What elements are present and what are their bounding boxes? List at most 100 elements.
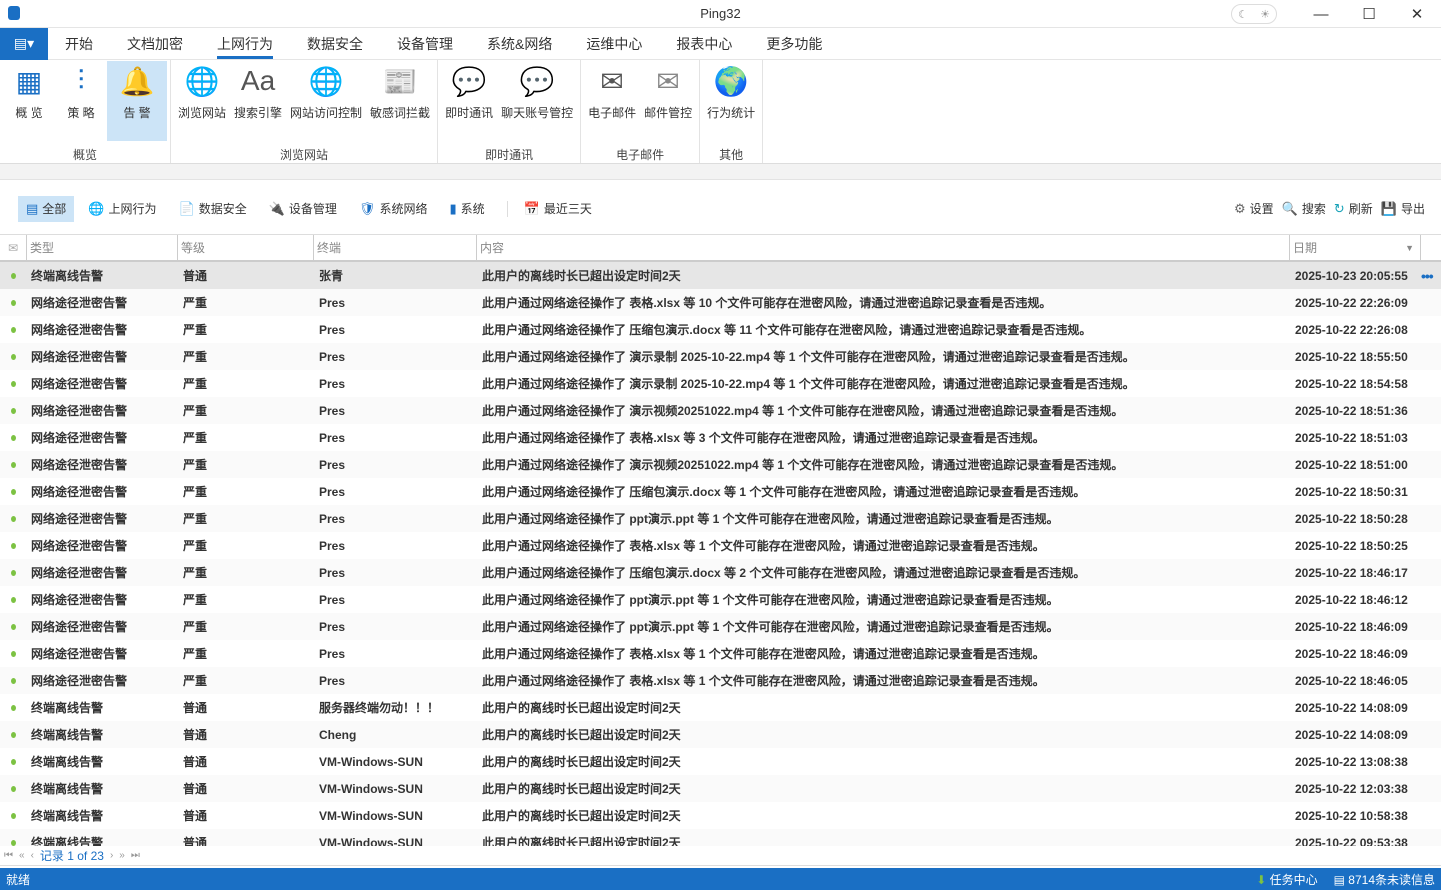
cell-type: 网络途径泄密告警 xyxy=(31,377,128,391)
next-page-button[interactable]: » xyxy=(119,850,125,861)
table-row[interactable]: 网络途径泄密告警 严重 Pres 此用户通过网络途径操作了 压缩包演示.docx 等 … xyxy=(0,559,1441,586)
table-row[interactable]: 网络途径泄密告警 严重 Pres 此用户通过网络途径操作了 ppt演示.ppt 等 1… xyxy=(0,613,1441,640)
table-row[interactable]: 网络途径泄密告警 严重 Pres 此用户通过网络途径操作了 压缩包演示.docx 等 … xyxy=(0,316,1441,343)
more-options-icon[interactable]: ••• xyxy=(1421,268,1434,284)
dot xyxy=(11,353,16,360)
menu-tab[interactable]: 上网行为 xyxy=(200,28,290,60)
ribbon-button[interactable]: Aa 搜索引擎 xyxy=(230,61,286,140)
table-row[interactable]: 终端离线告警 普通 VM-Windows-SUN 此用户的离线时长已超出设定时间2天 2… xyxy=(0,802,1441,829)
ribbon-button-label: 概 览 xyxy=(15,106,43,120)
ribbon-group-name: 浏览网站 xyxy=(280,148,329,162)
table-row[interactable]: 终端离线告警 普通 服务器终端勿动！！！ 此用户的离线时长已超出设定时间2天 2025-… xyxy=(0,694,1441,721)
prev-record-button[interactable]: ‹ xyxy=(31,850,34,861)
app-menu-button[interactable]: ▤▾ xyxy=(0,27,48,60)
table-row[interactable]: 终端离线告警 普通 VM-Windows-SUN 此用户的离线时长已超出设定时间2天 2… xyxy=(0,748,1441,775)
first-record-button[interactable]: ⏮ xyxy=(4,850,13,861)
table-row[interactable]: 网络途径泄密告警 严重 Pres 此用户通过网络途径操作了 演示视频20251022.… xyxy=(0,397,1441,424)
ribbon-button[interactable]: ✉ 电子邮件 xyxy=(584,61,640,140)
filter-button[interactable]: ▮ 系统 xyxy=(441,196,492,222)
ribbon-group-items: 💬 即时通讯 💬 聊天账号管控 xyxy=(441,60,577,140)
menu-tab[interactable]: 数据安全 xyxy=(290,28,380,60)
filter-label: 上网行为 xyxy=(108,202,157,216)
table-row[interactable]: 网络途径泄密告警 严重 Pres 此用户通过网络途径操作了 ppt演示.ppt 等 1… xyxy=(0,586,1441,613)
cell-terminal: Pres xyxy=(319,538,346,553)
cell-date: 2025-10-22 18:46:09 xyxy=(1295,619,1408,634)
ribbon-group-name: 即时通讯 xyxy=(485,148,534,162)
chat-icon: 💬 xyxy=(451,65,487,97)
column-header-terminal[interactable]: 终端 xyxy=(314,235,477,260)
table-row[interactable]: 终端离线告警 普通 VM-Windows-SUN 此用户的离线时长已超出设定时间2天 2… xyxy=(0,775,1441,802)
table-row[interactable]: 网络途径泄密告警 严重 Pres 此用户通过网络途径操作了 演示视频20251022.… xyxy=(0,451,1441,478)
mail-icon[interactable]: ✉ xyxy=(0,235,27,260)
table-row[interactable]: 网络途径泄密告警 严重 Pres 此用户通过网络途径操作了 演示录制 2025-10-… xyxy=(0,370,1441,397)
ribbon-button[interactable]: ✉ 邮件管控 xyxy=(640,61,696,140)
cell-terminal: Pres xyxy=(319,646,346,661)
column-header-date[interactable]: 日期 ▼ xyxy=(1290,235,1421,260)
column-header-level[interactable]: 等级 xyxy=(178,235,314,260)
date-range-button[interactable]: 📅 最近三天 xyxy=(516,196,600,222)
table-row[interactable]: 网络途径泄密告警 严重 Pres 此用户通过网络途径操作了 表格.xlsx 等 1 个… xyxy=(0,532,1441,559)
grid-icon: ▦ xyxy=(15,65,43,97)
table-row[interactable]: 网络途径泄密告警 严重 Pres 此用户通过网络途径操作了 演示录制 2025-10-… xyxy=(0,343,1441,370)
tool-button[interactable]: ⚙ 设置 xyxy=(1230,196,1278,222)
status-dot-icon xyxy=(0,569,27,576)
ribbon-button[interactable]: ▦ 概 览 xyxy=(3,61,55,140)
tool-button[interactable]: ↻ 刷新 xyxy=(1330,196,1377,222)
dot xyxy=(11,299,16,306)
cell-type: 终端离线告警 xyxy=(31,809,104,823)
dot xyxy=(11,272,16,279)
table-row[interactable]: 网络途径泄密告警 严重 Pres 此用户通过网络途径操作了 表格.xlsx 等 1 个… xyxy=(0,640,1441,667)
close-button[interactable]: ✕ xyxy=(1393,5,1441,23)
cell-content: 此用户通过网络途径操作了 演示视频20251022.mp4 等 1 个文件可能存… xyxy=(482,404,1124,418)
column-header-type[interactable]: 类型 xyxy=(27,235,178,260)
menu-tab[interactable]: 开始 xyxy=(48,28,110,60)
ribbon-button[interactable]: 💬 聊天账号管控 xyxy=(497,61,577,140)
column-header-content[interactable]: 内容 xyxy=(477,235,1290,260)
menu-tab[interactable]: 报表中心 xyxy=(659,28,749,60)
table-row[interactable]: 网络途径泄密告警 严重 Pres 此用户通过网络途径操作了 压缩包演示.docx 等 … xyxy=(0,478,1441,505)
cell-terminal: Cheng xyxy=(319,727,357,742)
next-record-button[interactable]: › xyxy=(110,850,113,861)
table-row[interactable]: 网络途径泄密告警 严重 Pres 此用户通过网络途径操作了 表格.xlsx 等 10 … xyxy=(0,289,1441,316)
menu-tab[interactable]: 运维中心 xyxy=(569,28,659,60)
cell-date: 2025-10-22 18:51:00 xyxy=(1295,457,1408,472)
menu-tab[interactable]: 设备管理 xyxy=(380,28,470,60)
ribbon-button[interactable]: ⫶ 策 略 xyxy=(55,61,107,140)
menu-tab[interactable]: 文档加密 xyxy=(110,28,200,60)
ribbon-button[interactable]: 🔔 告 警 xyxy=(107,61,167,141)
minimize-button[interactable]: — xyxy=(1297,6,1345,23)
cell-date: 2025-10-22 18:54:58 xyxy=(1295,376,1408,391)
table-row[interactable]: 网络途径泄密告警 严重 Pres 此用户通过网络途径操作了 表格.xlsx 等 1 个… xyxy=(0,667,1441,694)
table-row[interactable]: 终端离线告警 普通 张青 此用户的离线时长已超出设定时间2天 2025-10-23 20… xyxy=(0,262,1441,289)
filter-button[interactable]: 🔌 设备管理 xyxy=(261,196,345,222)
tool-button[interactable]: 💾 导出 xyxy=(1377,196,1429,222)
dot xyxy=(11,758,16,765)
last-record-button[interactable]: ⏭ xyxy=(131,850,140,861)
cell-type: 终端离线告警 xyxy=(31,269,104,283)
unread-messages-button[interactable]: ▤ 8714条未读信息 xyxy=(1334,871,1435,888)
table-row[interactable]: 网络途径泄密告警 严重 Pres 此用户通过网络途径操作了 表格.xlsx 等 3 个… xyxy=(0,424,1441,451)
filter-button[interactable]: 🌐 上网行为 xyxy=(80,196,164,222)
table-row[interactable]: 终端离线告警 普通 VM-Windows-SUN 此用户的离线时长已超出设定时间2天 2… xyxy=(0,829,1441,846)
filter-label: 全部 xyxy=(42,202,67,216)
ribbon-button[interactable]: 🌐 浏览网站 xyxy=(174,61,230,140)
table-row[interactable]: 网络途径泄密告警 严重 Pres 此用户通过网络途径操作了 ppt演示.ppt 等 1… xyxy=(0,505,1441,532)
ribbon-button[interactable]: 💬 即时通讯 xyxy=(441,61,497,140)
ribbon-button[interactable]: 📰 敏感词拦截 xyxy=(366,61,434,140)
task-center-button[interactable]: ⬇ 任务中心 xyxy=(1256,871,1317,888)
filter-button[interactable]: 🛡 系统网络 xyxy=(351,196,436,222)
filter-button[interactable]: 📄 数据安全 xyxy=(171,196,255,222)
maximize-button[interactable]: ☐ xyxy=(1345,5,1393,23)
theme-toggle[interactable]: ☾ ☀ xyxy=(1231,4,1277,24)
tool-button[interactable]: 🔍 搜索 xyxy=(1278,196,1330,222)
filter-label: 数据安全 xyxy=(198,202,247,216)
prev-page-button[interactable]: « xyxy=(19,850,25,861)
table-row[interactable]: 终端离线告警 普通 Cheng 此用户的离线时长已超出设定时间2天 2025-10-22… xyxy=(0,721,1441,748)
cell-type: 网络途径泄密告警 xyxy=(31,512,128,526)
menu-tab[interactable]: 更多功能 xyxy=(749,28,839,60)
ribbon-button[interactable]: 🌍 行为统计 xyxy=(703,61,759,140)
filter-button[interactable]: ▤ 全部 xyxy=(18,195,75,222)
dot xyxy=(11,461,16,468)
menu-tab[interactable]: 系统&网络 xyxy=(470,28,569,60)
ribbon-button[interactable]: 🌐 网站访问控制 xyxy=(286,61,366,140)
